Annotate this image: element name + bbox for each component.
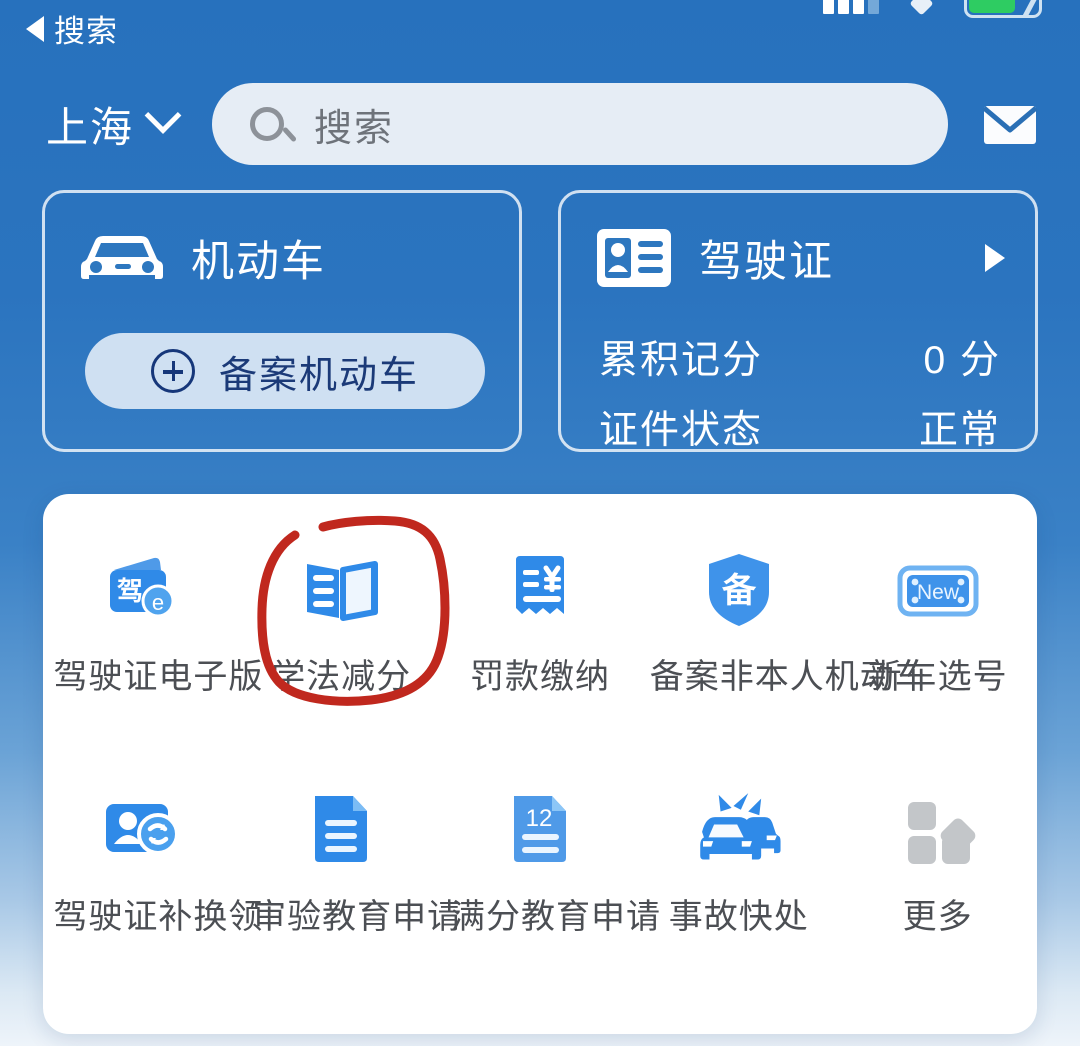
status-bar — [0, 0, 1080, 18]
svg-text:New: New — [917, 581, 960, 604]
more-grid-icon — [890, 782, 986, 878]
receipt-yuan-icon — [492, 542, 588, 638]
points-value: 0 分 — [923, 339, 1001, 382]
license-plate-new-icon: New — [890, 542, 986, 638]
wifi-diamond-icon — [909, 0, 934, 16]
driver-license-ecard-icon: 驾 e — [94, 542, 190, 638]
search-placeholder: 搜索 — [314, 107, 395, 150]
grid-item-label: 备案非本人机动车 — [649, 658, 930, 696]
svg-text:e: e — [152, 590, 164, 615]
search-icon — [250, 107, 285, 141]
app-screen: 搜索 上海 搜索 机动车 备案机动车 驾驶证 累积记分 0 分 证件状态 正常 … — [0, 0, 1080, 1046]
grid-item-label: 满分教育申请 — [450, 898, 661, 936]
plus-circle-icon — [150, 349, 195, 393]
services-grid: 驾 e 驾驶证电子版 学法减分 罚款缴纳 备 备案非本人机动车 New 新车选号… — [43, 530, 1037, 1010]
license-stat-row: 证件状态 正常 — [599, 399, 1001, 455]
grid-item-new-plate-selection[interactable]: New 新车选号 — [838, 530, 1037, 770]
grid-item-label: 新车选号 — [867, 658, 1008, 696]
grid-item-more[interactable]: 更多 — [838, 770, 1037, 1010]
open-book-icon — [293, 542, 389, 638]
shield-bei-icon: 备 — [691, 542, 787, 638]
license-card-header: 驾驶证 — [561, 193, 1035, 289]
grid-item-label: 罚款缴纳 — [469, 658, 610, 696]
grid-item-label: 审验教育申请 — [252, 898, 463, 936]
grid-item-fine-payment[interactable]: 罚款缴纳 — [441, 530, 640, 770]
record-vehicle-button[interactable]: 备案机动车 — [85, 333, 485, 409]
signal-bars-icon — [823, 0, 879, 14]
id-card-icon — [597, 229, 671, 287]
back-triangle-icon — [26, 15, 44, 42]
grid-item-record-other-vehicle[interactable]: 备 备案非本人机动车 — [639, 530, 930, 770]
city-label: 上海 — [46, 103, 135, 151]
svg-text:12: 12 — [526, 805, 553, 832]
document-12-icon: 12 — [492, 782, 588, 878]
car-icon — [81, 236, 163, 279]
grid-item-label: 驾驶证补换领 — [53, 898, 264, 936]
mail-button[interactable] — [970, 84, 1050, 164]
grid-item-license-replacement[interactable]: 驾驶证补换领 — [43, 770, 264, 1010]
svg-text:驾: 驾 — [117, 576, 143, 606]
grid-item-label: 驾驶证电子版 — [53, 658, 264, 696]
person-card-refresh-icon — [94, 782, 190, 878]
vehicle-card-header: 机动车 — [45, 193, 519, 289]
points-label: 累积记分 — [599, 339, 764, 382]
back-button[interactable]: 搜索 — [26, 6, 118, 51]
grid-item-label: 更多 — [902, 898, 973, 936]
license-card-title: 驾驶证 — [699, 238, 834, 286]
back-label: 搜索 — [54, 14, 118, 49]
license-stat-row: 累积记分 0 分 — [599, 329, 1001, 385]
chevron-down-icon — [144, 97, 182, 134]
grid-item-study-law-deduct[interactable]: 学法减分 — [242, 530, 441, 770]
status-value: 正常 — [918, 409, 1001, 452]
vehicle-card-title: 机动车 — [191, 238, 326, 286]
grid-item-full-score-education[interactable]: 12 满分教育申请 — [441, 770, 661, 1010]
grid-item-driver-license-ecard[interactable]: 驾 e 驾驶证电子版 — [43, 530, 264, 770]
arrow-right-icon — [985, 244, 1005, 272]
summary-cards: 机动车 备案机动车 驾驶证 累积记分 0 分 证件状态 正常 — [42, 190, 1038, 452]
document-lines-icon — [293, 782, 389, 878]
search-input[interactable]: 搜索 — [212, 83, 948, 165]
license-card[interactable]: 驾驶证 累积记分 0 分 证件状态 正常 — [558, 190, 1038, 452]
license-stats: 累积记分 0 分 证件状态 正常 — [599, 315, 1001, 455]
search-row: 上海 搜索 — [0, 83, 1080, 165]
grid-item-accident-quick-handling[interactable]: 事故快处 — [639, 770, 838, 1010]
city-selector[interactable]: 上海 — [46, 94, 182, 155]
battery-charging-icon — [964, 0, 1042, 18]
svg-text:备: 备 — [722, 572, 757, 610]
grid-item-label: 事故快处 — [668, 898, 809, 936]
services-panel: 驾 e 驾驶证电子版 学法减分 罚款缴纳 备 备案非本人机动车 New 新车选号… — [43, 494, 1037, 1034]
record-vehicle-label: 备案机动车 — [218, 354, 419, 397]
grid-item-review-education[interactable]: 审验教育申请 — [242, 770, 463, 1010]
grid-item-label: 学法减分 — [271, 658, 412, 696]
vehicle-card[interactable]: 机动车 备案机动车 — [42, 190, 522, 452]
car-crash-icon — [691, 782, 787, 878]
mail-icon — [982, 106, 1038, 144]
status-label: 证件状态 — [599, 409, 764, 452]
